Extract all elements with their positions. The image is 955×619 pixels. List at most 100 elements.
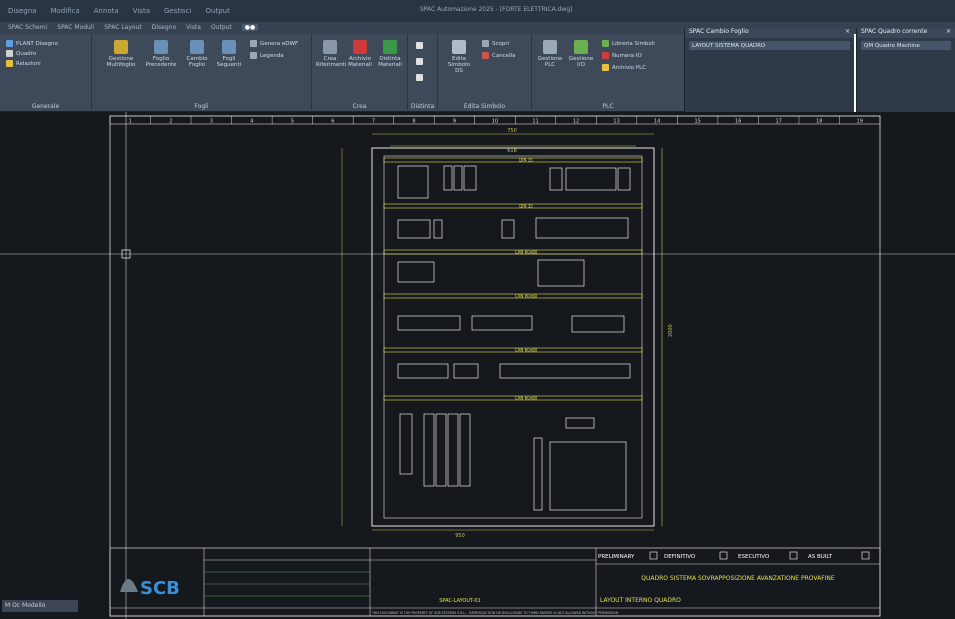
contactor-group[interactable] — [397, 261, 435, 283]
gestione-io-button[interactable]: Gestione I/O — [566, 40, 596, 68]
vertical-terminal-4[interactable] — [459, 413, 471, 487]
folder-icon — [114, 40, 128, 54]
cambio-foglio-button[interactable]: Cambio Foglio — [182, 40, 212, 68]
distinta-icon-3[interactable] — [416, 74, 423, 81]
fuse-holder[interactable] — [433, 219, 443, 239]
archivio-plc-button[interactable]: Archivio PLC — [602, 64, 646, 71]
vertical-terminal-2[interactable] — [435, 413, 447, 487]
quadro-select[interactable]: QM Quadro Machine — [861, 41, 951, 50]
terminal-block-row-5b[interactable] — [453, 363, 479, 379]
tab-more[interactable]: ●● — [241, 24, 259, 31]
tab-spac-moduli[interactable]: SPAC Moduli — [57, 24, 94, 31]
sheet-select[interactable]: LAYOUT SISTEMA QUADRO — [689, 41, 850, 50]
terminal-block-row-5a[interactable] — [397, 363, 449, 379]
terminal-strip-2[interactable] — [535, 217, 629, 239]
ribbon-group-plc: Gestione PLC Gestione I/O Libreria Simbo… — [532, 34, 684, 112]
distinta-icon-2[interactable] — [416, 58, 423, 65]
tab-vista[interactable]: Vista — [186, 24, 201, 31]
relay[interactable] — [501, 219, 515, 239]
tab-spac-schemi[interactable]: SPAC Schemi — [8, 24, 47, 31]
top-dimension-label: 750 — [507, 128, 517, 134]
vertical-terminal-1[interactable] — [423, 413, 435, 487]
status-preliminary: PRELIMINARY — [598, 554, 635, 560]
warning-icon — [6, 60, 13, 67]
distinta-icon-1[interactable] — [416, 42, 423, 49]
ruler-label: 18 — [816, 119, 822, 125]
ribbon-group-edita-simbolo: Edita Simbolo DS Scopri Cancella Edita S… — [438, 34, 532, 112]
io-module[interactable] — [571, 315, 625, 333]
ruler-label: 15 — [694, 119, 700, 125]
relazioni-button[interactable]: Relazioni — [6, 60, 41, 67]
scopri-button[interactable]: Scopri — [482, 40, 509, 47]
vertical-duct-1[interactable] — [399, 413, 413, 475]
status-esecutivo: ESECUTIVO — [738, 554, 770, 560]
fogli-seguenti-button[interactable]: Fogli Seguenti — [214, 40, 244, 68]
small-device[interactable] — [565, 417, 595, 429]
numera-io-button[interactable]: Numera IO — [602, 52, 642, 59]
terminal-block-row-5c[interactable] — [499, 363, 631, 379]
legend-icon — [250, 52, 257, 59]
legenda-button[interactable]: Legenda — [250, 52, 284, 59]
rail-label: DIN 35 — [519, 158, 533, 163]
layout-tab-button[interactable]: M Oc Modello — [2, 600, 78, 612]
qat-item-3[interactable]: Vista — [133, 7, 150, 15]
vertical-terminal-3[interactable] — [447, 413, 459, 487]
checkbox-definitivo[interactable] — [719, 551, 728, 560]
crea-riferimenti-button[interactable]: Crea Riferimenti — [316, 40, 346, 68]
terminal-group-1[interactable] — [549, 167, 631, 191]
discover-icon — [482, 40, 489, 47]
ribbon-group-fogli: Gestione Multifoglio Foglio Precedente C… — [92, 34, 312, 112]
plant-disegno-button[interactable]: PLANT Disegno — [6, 40, 58, 47]
document-icon — [416, 42, 423, 49]
mounting-plate — [383, 155, 643, 519]
qat-item-1[interactable]: Modifica — [50, 7, 79, 15]
close-icon[interactable]: × — [845, 28, 850, 38]
qat-item-4[interactable]: Gestisci — [164, 7, 192, 15]
power-supply[interactable] — [397, 219, 431, 239]
rail-label: CAN 60x80 — [515, 348, 538, 353]
ruler-label: 17 — [775, 119, 781, 125]
din-rail — [383, 203, 643, 209]
qat-item-5[interactable]: Output — [206, 7, 230, 15]
breaker-group-1[interactable] — [443, 165, 477, 191]
distinta-materiali-button[interactable]: Distinta Materiali — [376, 40, 404, 68]
terminal-block-row-4b[interactable] — [471, 315, 533, 331]
foglio-precedente-button[interactable]: Foglio Precedente — [144, 40, 178, 68]
archivio-materiali-button[interactable]: Archivio Materiali — [346, 40, 374, 68]
ruler-label: 11 — [532, 119, 538, 125]
ruler-label: 16 — [735, 119, 741, 125]
ruler-label: 5 — [291, 119, 294, 125]
window-title: SPAC Automazione 2025 - [FORTE ELETTRICA… — [420, 6, 573, 13]
tree-logo-icon — [120, 579, 138, 592]
gestione-multifoglio-button[interactable]: Gestione Multifoglio — [104, 40, 138, 68]
number-icon — [602, 52, 609, 59]
plc-module[interactable] — [537, 259, 585, 287]
transformer[interactable] — [549, 441, 627, 511]
tab-disegno[interactable]: Disegno — [152, 24, 176, 31]
edita-simbolo-ds-button[interactable]: Edita Simbolo DS — [444, 40, 474, 74]
tab-spac-layout[interactable]: SPAC Layout — [104, 24, 142, 31]
tab-output[interactable]: Output — [211, 24, 232, 31]
close-icon[interactable]: × — [946, 28, 951, 38]
cancella-button[interactable]: Cancella — [482, 52, 516, 59]
genera-edwf-button[interactable]: Genera eDWF — [250, 40, 298, 47]
quadro-button[interactable]: Quadro — [6, 50, 36, 57]
group-label-plc: PLC — [602, 103, 614, 110]
vertical-duct-2[interactable] — [533, 437, 543, 511]
company-logo-text: SCB — [140, 578, 180, 599]
group-label-distinta: Distinta — [410, 103, 435, 110]
main-switch[interactable] — [397, 165, 429, 199]
gestione-plc-button[interactable]: Gestione PLC — [534, 40, 566, 68]
ruler-label: 8 — [412, 119, 415, 125]
qat-item-2[interactable]: Annota — [94, 7, 119, 15]
drawing-svg[interactable]: 1 2 3 4 5 6 7 8 9 10 11 12 13 14 15 16 17 18 19 750 618 20… — [0, 112, 955, 619]
qat-item-0[interactable]: Disegna — [8, 7, 36, 15]
checkbox-esecutivo[interactable] — [789, 551, 798, 560]
sheet-frame — [109, 115, 881, 617]
checkbox-preliminary[interactable] — [649, 551, 658, 560]
checkbox-as-built[interactable] — [861, 551, 870, 560]
libreria-simboli-button[interactable]: Libreria Simboli — [602, 40, 655, 47]
terminal-block-row-4a[interactable] — [397, 315, 461, 331]
drawing-canvas[interactable]: 1 2 3 4 5 6 7 8 9 10 11 12 13 14 15 16 17 18 19 750 618 20… — [0, 112, 955, 619]
change-sheet-icon — [190, 40, 204, 54]
